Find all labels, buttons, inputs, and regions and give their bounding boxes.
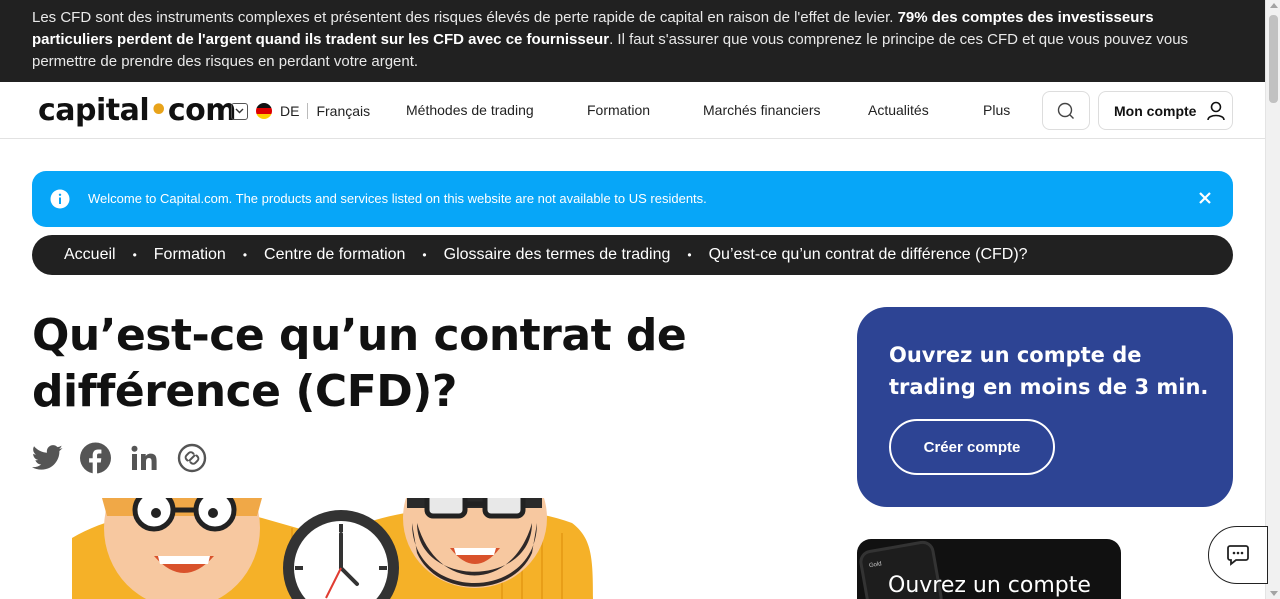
share-buttons	[32, 441, 207, 474]
phone-screen-label: Gold	[868, 561, 883, 570]
chat-bubble-icon	[1227, 545, 1249, 566]
breadcrumb-accueil[interactable]: Accueil	[64, 246, 116, 264]
open-account-card: Ouvrez un compte de trading en moins de …	[857, 307, 1233, 507]
language-label[interactable]: Français	[316, 103, 370, 119]
app-promo-text: Ouvrez un compte	[888, 573, 1091, 598]
risk-warning-banner: Les CFD sont des instruments complexes e…	[0, 0, 1265, 82]
nav-marches-financiers[interactable]: Marchés financiers	[703, 102, 821, 118]
open-account-heading: Ouvrez un compte de trading en moins de …	[889, 343, 1209, 399]
breadcrumb-formation[interactable]: Formation	[154, 246, 226, 264]
search-button[interactable]	[1042, 91, 1090, 130]
chat-button[interactable]	[1208, 526, 1268, 584]
linkedin-icon[interactable]	[128, 441, 159, 474]
page-scrollbar[interactable]	[1265, 0, 1280, 599]
info-icon	[50, 189, 70, 209]
article-hero-image	[32, 498, 593, 599]
page-title-line1: Qu’est-ce qu’un contrat de	[32, 310, 687, 361]
user-icon	[1207, 101, 1226, 120]
scroll-down-arrow-icon[interactable]	[1270, 591, 1278, 596]
nav-methodes-de-trading[interactable]: Méthodes de trading	[406, 102, 534, 118]
logo-dot: •	[149, 93, 168, 128]
breadcrumb: Accueil • Formation • Centre de formatio…	[32, 235, 1233, 275]
notice-text: Welcome to Capital.com. The products and…	[88, 191, 707, 206]
germany-flag-icon	[256, 103, 272, 119]
facebook-icon[interactable]	[80, 441, 111, 474]
my-account-label: Mon compte	[1114, 102, 1197, 119]
breadcrumb-separator: •	[132, 248, 137, 262]
twitter-icon[interactable]	[32, 441, 63, 474]
create-account-button[interactable]: Créer compte	[889, 419, 1055, 475]
scrollbar-thumb[interactable]	[1269, 15, 1278, 103]
breadcrumb-separator: •	[687, 248, 692, 262]
region-divider	[307, 103, 309, 119]
us-residents-notice: Welcome to Capital.com. The products and…	[32, 171, 1233, 227]
app-promo-banner[interactable]: Gold Ouvrez un compte	[857, 539, 1121, 599]
search-icon	[1057, 102, 1074, 119]
logo-text-right: com	[167, 93, 237, 128]
risk-warning-text: Les CFD sont des instruments complexes e…	[32, 9, 898, 26]
country-code: DE	[280, 103, 300, 119]
breadcrumb-separator: •	[242, 248, 248, 262]
breadcrumb-glossaire[interactable]: Glossaire des termes de trading	[444, 246, 671, 264]
logo-text-left: capital	[38, 93, 150, 128]
copy-link-icon[interactable]	[176, 441, 207, 474]
page-title: Qu’est-ce qu’un contrat de différence (C…	[32, 308, 732, 420]
chevron-down-icon[interactable]	[231, 102, 248, 120]
breadcrumb-current-page: Qu’est-ce qu’un contrat de différence (C…	[708, 246, 1028, 263]
capital-com-logo[interactable]: capital•com	[38, 93, 237, 128]
nav-actualites[interactable]: Actualités	[868, 102, 929, 118]
scroll-up-arrow-icon[interactable]	[1270, 3, 1278, 8]
close-icon[interactable]	[1197, 190, 1213, 206]
my-account-button[interactable]: Mon compte	[1098, 91, 1233, 130]
nav-plus[interactable]: Plus	[983, 102, 1010, 118]
breadcrumb-separator: •	[422, 248, 427, 262]
page-title-line2: différence (CFD)?	[32, 366, 457, 417]
breadcrumb-centre-de-formation[interactable]: Centre de formation	[264, 246, 405, 264]
main-header: capital•com DE Français Méthodes de trad…	[0, 82, 1265, 139]
region-language-selector[interactable]: DE Français	[231, 101, 370, 121]
nav-formation[interactable]: Formation	[587, 102, 650, 118]
